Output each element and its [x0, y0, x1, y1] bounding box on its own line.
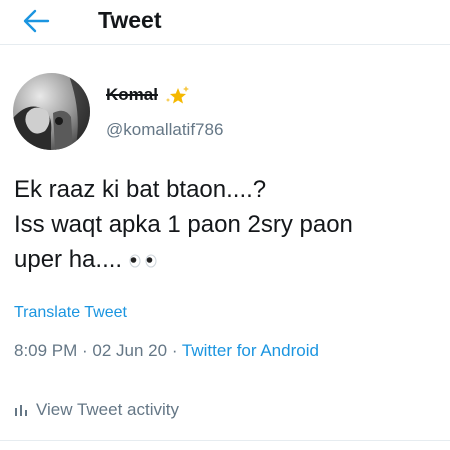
- tweet-line: Ek raaz ki bat btaon....?: [14, 176, 267, 203]
- tweet-time: 8:09 PM: [14, 341, 78, 360]
- tweet-line: Iss waqt apka 1 paon 2sry paon: [14, 211, 353, 238]
- meta-separator: ·: [77, 341, 93, 360]
- translate-tweet-link[interactable]: Translate Tweet: [14, 304, 127, 322]
- meta-separator: ·: [167, 341, 182, 360]
- eyes-icon: [129, 254, 157, 268]
- sparkling-star-icon: [165, 86, 189, 104]
- view-tweet-activity-label: View Tweet activity: [36, 400, 179, 419]
- author-display-name[interactable]: Komal: [106, 85, 158, 105]
- divider: [0, 440, 450, 441]
- tweet-source-link[interactable]: Twitter for Android: [182, 341, 319, 360]
- tweet-line-with-emoji: uper ha....: [14, 242, 444, 277]
- author-handle[interactable]: @komallatif786: [106, 120, 223, 140]
- back-button[interactable]: [22, 8, 50, 34]
- tweet-meta: 8:09 PM · 02 Jun 20 · Twitter for Androi…: [14, 341, 319, 361]
- top-bar: Tweet: [0, 0, 450, 45]
- tweet-line: uper ha....: [14, 246, 123, 273]
- tweet-date: 02 Jun 20: [92, 341, 168, 360]
- avatar[interactable]: [13, 73, 90, 150]
- view-tweet-activity-button[interactable]: View Tweet activity: [14, 400, 179, 420]
- bar-chart-icon: [15, 405, 27, 416]
- arrow-left-icon: [23, 9, 50, 33]
- tweet-text: Ek raaz ki bat btaon....? Iss waqt apka …: [14, 172, 444, 277]
- page-title: Tweet: [98, 7, 162, 33]
